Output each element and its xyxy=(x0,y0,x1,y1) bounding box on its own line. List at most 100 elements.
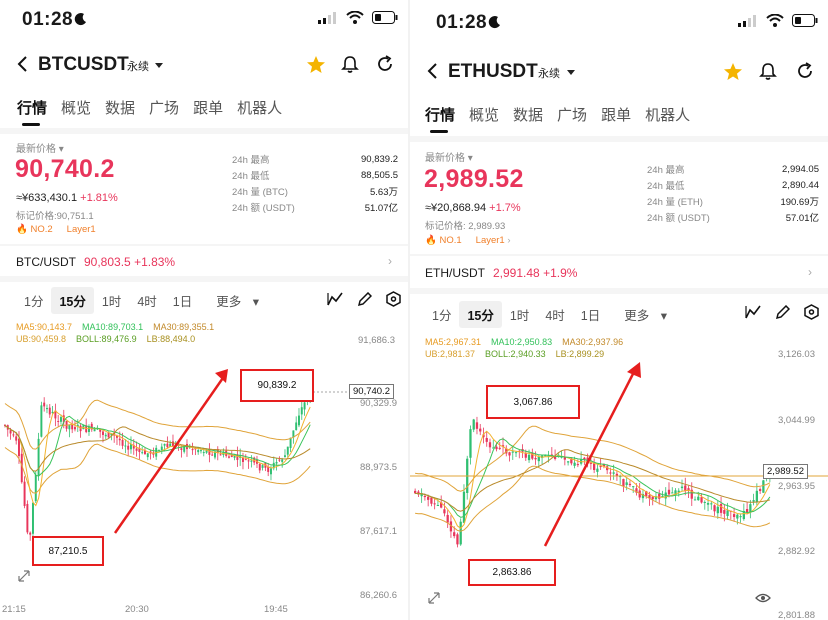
eye-icon[interactable] xyxy=(755,593,771,603)
candle xyxy=(23,481,26,506)
tab-overview[interactable]: 概览 xyxy=(469,104,499,125)
draw-pen-icon[interactable] xyxy=(775,304,790,320)
interval-4h[interactable]: 4时 xyxy=(537,301,572,328)
candle xyxy=(680,486,684,489)
tab-bots[interactable]: 机器人 xyxy=(645,104,690,125)
high-callout: 90,839.2 xyxy=(240,369,314,402)
settings-hex-icon[interactable] xyxy=(386,291,401,307)
tab-square[interactable]: 广场 xyxy=(149,97,179,118)
tab-copy-trade[interactable]: 跟单 xyxy=(193,97,223,118)
tab-overview[interactable]: 概览 xyxy=(61,97,91,118)
interval-1h[interactable]: 1时 xyxy=(502,301,537,328)
layer-tag[interactable]: Layer1 xyxy=(67,224,96,235)
interval-1m[interactable]: 1分 xyxy=(424,301,459,328)
spot-pair-row[interactable]: BTC/USDT 90,803.5 +1.83% xyxy=(16,255,175,269)
candle xyxy=(755,490,759,502)
tab-copy-trade[interactable]: 跟单 xyxy=(601,104,631,125)
y-tick: 2,963.95 xyxy=(778,481,815,492)
symbol-caret-icon[interactable] xyxy=(155,63,163,68)
candle xyxy=(12,434,15,436)
cny-price: ≈¥633,430.1 +1.81% xyxy=(16,192,118,204)
symbol-title[interactable]: BTCUSDT xyxy=(38,54,129,76)
candle xyxy=(43,402,46,407)
rank-row[interactable]: 🔥 NO.2 Layer1 xyxy=(16,224,96,235)
interval-15m[interactable]: 15分 xyxy=(459,301,502,328)
draw-pen-icon[interactable] xyxy=(357,291,372,307)
back-icon[interactable] xyxy=(16,56,28,72)
candle xyxy=(244,459,247,461)
refresh-icon[interactable] xyxy=(376,55,394,73)
bell-icon[interactable] xyxy=(341,55,359,74)
settings-hex-icon[interactable] xyxy=(804,304,819,320)
stats-table: 24h 最高 2,994.05 24h 最低 2,890.44 24h 量 (ETH… xyxy=(647,161,819,225)
mark-price: 标记价格: 2,989.93 xyxy=(425,221,506,232)
favorite-star-icon[interactable] xyxy=(723,62,743,81)
back-icon[interactable] xyxy=(426,63,438,79)
y-tick: 87,617.1 xyxy=(360,526,397,537)
indicator-icon[interactable] xyxy=(327,292,343,306)
expand-icon[interactable] xyxy=(428,592,440,604)
last-price-label[interactable]: 最新价格 ▾ xyxy=(16,140,64,155)
symbol-title[interactable]: ETHUSDT xyxy=(448,61,538,83)
interval-1d[interactable]: 1日 xyxy=(165,287,200,314)
tab-bots[interactable]: 机器人 xyxy=(237,97,282,118)
spot-price: 2,991.48 +1.9% xyxy=(493,266,578,280)
ma5-value: MA5:2,967.31 xyxy=(425,337,482,347)
candle xyxy=(596,468,599,472)
candle xyxy=(278,459,281,461)
rank-row[interactable]: 🔥 NO.1 Layer1 › xyxy=(425,235,511,246)
tab-data[interactable]: 数据 xyxy=(513,104,543,125)
interval-1m[interactable]: 1分 xyxy=(16,287,51,314)
interval-1h[interactable]: 1时 xyxy=(94,287,129,314)
candle xyxy=(576,464,580,466)
candle xyxy=(228,456,230,458)
last-price-label[interactable]: 最新价格 ▾ xyxy=(425,149,473,164)
candle xyxy=(752,500,755,502)
interval-more[interactable]: 更多 ▾ xyxy=(608,301,675,328)
tab-market[interactable]: 行情 xyxy=(425,104,455,125)
candle xyxy=(514,452,518,454)
stat-row: 24h 最低 88,505.5 xyxy=(232,169,398,183)
current-price-tag: 90,740.2 xyxy=(349,384,394,399)
chevron-right-icon[interactable]: › xyxy=(388,254,392,268)
spot-pair-row[interactable]: ETH/USDT 2,991.48 +1.9% xyxy=(425,266,577,280)
chevron-right-icon[interactable]: › xyxy=(808,265,812,279)
indicator-icon[interactable] xyxy=(745,305,761,319)
candle xyxy=(472,419,475,430)
boll-value: BOLL:89,476.9 xyxy=(76,334,137,344)
refresh-icon[interactable] xyxy=(796,62,814,80)
tab-data[interactable]: 数据 xyxy=(105,97,135,118)
interval-more[interactable]: 更多 ▾ xyxy=(200,287,267,314)
perp-label[interactable]: 永续 xyxy=(538,65,560,81)
candle xyxy=(180,448,183,450)
candle xyxy=(726,510,729,516)
kline-chart[interactable] xyxy=(0,345,408,610)
tab-square[interactable]: 广场 xyxy=(557,104,587,125)
cny-price: ≈¥20,868.94 +1.7% xyxy=(425,202,521,214)
interval-1d[interactable]: 1日 xyxy=(573,301,608,328)
candle xyxy=(589,462,593,464)
candle xyxy=(739,516,742,518)
layer-tag[interactable]: Layer1 › xyxy=(476,235,511,246)
candle xyxy=(453,532,456,537)
candle xyxy=(295,422,298,431)
candle xyxy=(658,493,661,499)
candle xyxy=(430,497,433,504)
candle xyxy=(57,420,60,422)
symbol-caret-icon[interactable] xyxy=(567,70,575,75)
battery-icon xyxy=(372,11,398,24)
favorite-star-icon[interactable] xyxy=(306,55,326,74)
candle xyxy=(247,460,250,462)
perp-label[interactable]: 永续 xyxy=(127,58,149,74)
bell-icon[interactable] xyxy=(759,62,777,81)
spot-pair: ETH/USDT xyxy=(425,266,485,280)
tab-market[interactable]: 行情 xyxy=(17,97,47,118)
current-price-tag: 2,989.52 xyxy=(763,464,808,479)
candle xyxy=(566,461,570,463)
interval-4h[interactable]: 4时 xyxy=(129,287,164,314)
candle xyxy=(284,455,286,458)
candle xyxy=(593,463,596,471)
interval-15m[interactable]: 15分 xyxy=(51,287,94,314)
expand-icon[interactable] xyxy=(18,570,30,582)
rank-label: NO.1 xyxy=(439,235,462,246)
